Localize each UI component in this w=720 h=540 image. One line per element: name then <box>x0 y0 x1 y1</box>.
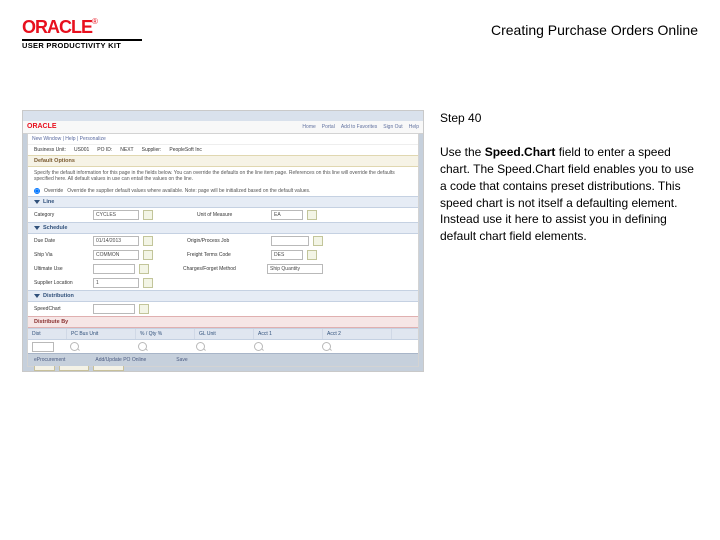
distribution-header[interactable]: Distribution <box>28 290 418 302</box>
search-icon[interactable] <box>254 342 263 351</box>
orig-label: Origin/Process Job <box>187 238 267 244</box>
override-radio[interactable] <box>34 188 40 194</box>
default-para-1: Specify the default information for this… <box>28 167 418 186</box>
col-pc: PC Bus Unit <box>67 329 136 339</box>
po-value: NEXT <box>120 147 133 153</box>
bu-value: US001 <box>74 147 89 153</box>
supploc-label: Supplier Location <box>34 280 89 286</box>
breadcrumb: New Window | Help | Personalize <box>28 134 418 145</box>
collapse-icon <box>34 294 40 298</box>
window-titlebar <box>23 111 423 121</box>
uom-label: Unit of Measure <box>197 212 267 218</box>
app-content: New Window | Help | Personalize Business… <box>27 133 419 367</box>
default-options-header: Default Options <box>28 155 418 167</box>
nav-signout[interactable]: Sign Out <box>383 124 402 130</box>
search-icon[interactable] <box>322 342 331 351</box>
override-row: Override Override the supplier default v… <box>28 186 418 197</box>
line-header[interactable]: Line <box>28 196 418 208</box>
step-bold: Speed.Chart <box>485 145 556 159</box>
instruction-panel: Step 40 Use the Speed.Chart field to ent… <box>440 110 698 372</box>
col-pct: % / Qty % <box>136 329 195 339</box>
app-logo: ORACLE <box>27 123 57 130</box>
lookup-icon[interactable] <box>307 250 317 260</box>
schedule-label: Schedule <box>43 225 67 231</box>
app-footer: eProcurement Add/Update PO Online Save <box>28 353 418 366</box>
lookup-icon[interactable] <box>313 236 323 246</box>
col-gl: GL Unit <box>195 329 254 339</box>
lookup-icon[interactable] <box>139 264 149 274</box>
step-label: Step 40 <box>440 110 698 127</box>
nav-fav[interactable]: Add to Favorites <box>341 124 377 130</box>
nav-help[interactable]: Help <box>409 124 419 130</box>
calendar-icon[interactable] <box>143 236 153 246</box>
default-para-2: Override the supplier default values whe… <box>67 188 310 195</box>
schedule-header[interactable]: Schedule <box>28 222 418 234</box>
suite-name: USER PRODUCTIVITY KIT <box>22 42 142 50</box>
col-a1: Acct 1 <box>254 329 323 339</box>
app-nav: Home Portal Add to Favorites Sign Out He… <box>302 124 419 130</box>
charge-select[interactable]: Ship Quantity <box>267 264 323 274</box>
col-dist: Dist <box>28 329 67 339</box>
search-icon[interactable] <box>70 342 79 351</box>
search-icon[interactable] <box>138 342 147 351</box>
default-options-label: Default Options <box>34 158 75 164</box>
speedchart-label: SpeedChart <box>34 306 89 312</box>
due-date-input[interactable]: 01/14/2013 <box>93 236 139 246</box>
charge-label: Charges/Forget Method <box>183 266 263 272</box>
footer-mid[interactable]: Add/Update PO Online <box>95 357 146 363</box>
step-text-before: Use the <box>440 145 485 159</box>
lookup-icon[interactable] <box>143 278 153 288</box>
step-body: Use the Speed.Chart field to enter a spe… <box>440 144 698 245</box>
line-label: Line <box>43 199 54 205</box>
collapse-icon <box>34 226 40 230</box>
category-label: Category <box>34 212 89 218</box>
category-input[interactable]: CYCLES <box>93 210 139 220</box>
speedchart-input[interactable] <box>93 304 135 314</box>
supplier-value: PeopleSoft Inc <box>169 147 202 153</box>
brand-logo: ORACLE® USER PRODUCTIVITY KIT <box>22 18 142 50</box>
dist-table-header: Dist PC Bus Unit % / Qty % GL Unit Acct … <box>28 328 418 340</box>
distribute-by-label: Distribute By <box>34 319 68 325</box>
po-label: PO ID: <box>97 147 112 153</box>
screenshot-panel: ORACLE Home Portal Add to Favorites Sign… <box>22 110 424 372</box>
freight-input[interactable]: DES <box>271 250 303 260</box>
cell-input[interactable] <box>32 342 54 352</box>
nav-home[interactable]: Home <box>302 124 315 130</box>
orig-input[interactable] <box>271 236 309 246</box>
ult-input[interactable] <box>93 264 135 274</box>
col-a2: Acct 2 <box>323 329 392 339</box>
lookup-icon[interactable] <box>307 210 317 220</box>
search-icon[interactable] <box>196 342 205 351</box>
ult-label: Ultimate Use <box>34 266 89 272</box>
freight-label: Freight Terms Code <box>187 252 267 258</box>
collapse-icon <box>34 200 40 204</box>
due-date-label: Due Date <box>34 238 89 244</box>
uom-input[interactable]: EA <box>271 210 303 220</box>
footer-left[interactable]: eProcurement <box>34 357 65 363</box>
distribute-by-header[interactable]: Distribute By <box>28 316 418 328</box>
bu-label: Business Unit: <box>34 147 66 153</box>
footer-right[interactable]: Save <box>176 357 187 363</box>
override-label: Override <box>44 188 63 194</box>
header-info-row: Business Unit: US001 PO ID: NEXT Supplie… <box>28 145 418 155</box>
supplier-label: Supplier: <box>142 147 162 153</box>
lookup-icon[interactable] <box>139 304 149 314</box>
nav-portal[interactable]: Portal <box>322 124 335 130</box>
step-text-after: field to enter a speed chart. The Speed.… <box>440 145 694 243</box>
lookup-icon[interactable] <box>143 210 153 220</box>
page-title: Creating Purchase Orders Online <box>491 22 698 38</box>
shipvia-input[interactable]: COMMON <box>93 250 139 260</box>
shipvia-label: Ship Via <box>34 252 89 258</box>
distribution-label: Distribution <box>43 293 74 299</box>
oracle-wordmark: ORACLE <box>22 17 92 37</box>
lookup-icon[interactable] <box>143 250 153 260</box>
supploc-input[interactable]: 1 <box>93 278 139 288</box>
trademark: ® <box>92 17 98 26</box>
